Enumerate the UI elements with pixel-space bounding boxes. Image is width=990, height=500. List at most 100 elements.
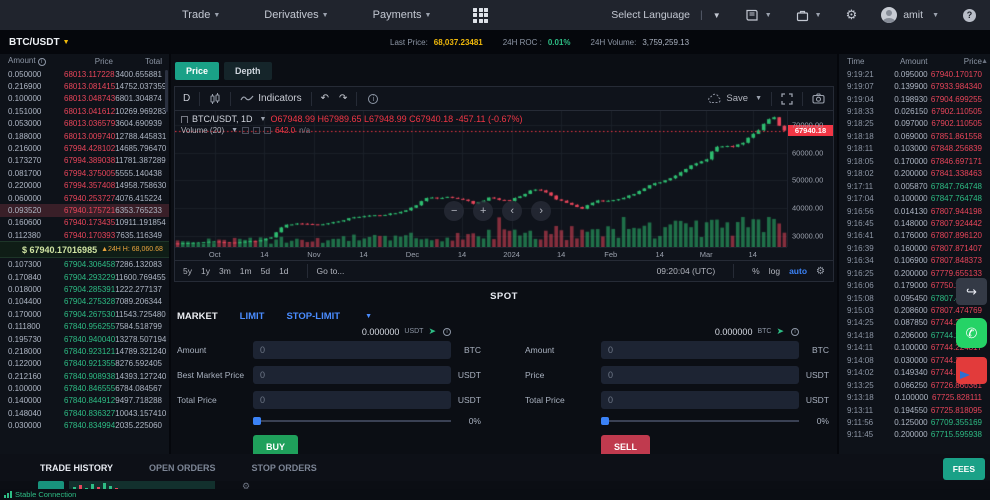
user-menu[interactable]: amit ▼	[881, 7, 939, 23]
buy-amount-input[interactable]	[253, 341, 451, 359]
range-1m[interactable]: 1m	[240, 266, 252, 276]
legend-close-icon[interactable]	[264, 127, 271, 134]
orderbook-bid-row[interactable]: 0.10440067904.2753287089.206344	[0, 296, 169, 308]
orderbook-bid-row[interactable]: 0.14000067840.8449129497.718288	[0, 395, 169, 407]
orderbook-bid-row[interactable]: 0.21216067840.90893814393.127240	[0, 370, 169, 382]
orderbook-bid-row[interactable]: 0.14804067840.83632710043.157410	[0, 407, 169, 419]
orderbook-bid-row[interactable]: 0.11180067840.9562557584.518799	[0, 320, 169, 332]
info-icon[interactable]: i	[38, 58, 46, 66]
language-selector[interactable]: Select Language|▼	[611, 9, 720, 21]
max-fill-icon[interactable]: ➤	[776, 326, 784, 337]
zoom-out-button[interactable]: −	[444, 201, 464, 221]
save-layout-button[interactable]: Save ▼	[707, 93, 762, 104]
tab-depth[interactable]: Depth	[224, 62, 272, 80]
orderbook-ask-row[interactable]: 0.08170067994.3750055555.140438	[0, 167, 169, 179]
orderbook-ask-row[interactable]: 0.17327067994.38903811781.387289	[0, 155, 169, 167]
sell-price-input[interactable]	[601, 366, 799, 384]
screenshot-button[interactable]	[812, 93, 825, 104]
tab-limit[interactable]: LIMIT	[240, 311, 265, 322]
auto-scale-button[interactable]: auto	[789, 266, 807, 276]
orders-book-menu[interactable]: ▼	[745, 9, 772, 22]
redo-button[interactable]: ↷	[339, 93, 347, 104]
tab-open-orders[interactable]: OPEN ORDERS	[149, 463, 216, 473]
sell-amount-slider[interactable]	[601, 420, 799, 422]
tab-market[interactable]: MARKET	[177, 311, 218, 322]
orderbook-bid-row[interactable]: 0.10000067840.8465556784.084567	[0, 382, 169, 394]
undo-button[interactable]: ↶	[321, 93, 329, 104]
menu-trade[interactable]: Trade▼	[182, 9, 220, 21]
legend-settings-icon[interactable]	[253, 127, 260, 134]
orderbook-bid-row[interactable]: 0.19573067840.94004013278.507194	[0, 333, 169, 345]
chart-info-icon[interactable]: i	[366, 94, 378, 104]
chevron-down-icon[interactable]: ▼	[365, 313, 372, 320]
goto-button[interactable]: Go to...	[317, 266, 345, 276]
orderbook-bid-row[interactable]: 0.01800067904.2853911222.277137	[0, 283, 169, 295]
sell-total-input[interactable]	[601, 391, 799, 409]
price-axis[interactable]: 67940.18 70000.0060000.0050000.0040000.0…	[787, 111, 833, 247]
wallet-menu[interactable]: ▼	[796, 9, 822, 22]
info-icon[interactable]: i	[791, 328, 799, 336]
tab-price[interactable]: Price	[175, 62, 219, 80]
orderbook-ask-row[interactable]: 0.15100068013.04161210269.969283	[0, 105, 169, 117]
slider-handle[interactable]	[253, 417, 261, 425]
tab-stop-limit[interactable]: STOP-LIMIT	[286, 311, 340, 322]
fullscreen-button[interactable]	[781, 93, 793, 105]
range-5y[interactable]: 5y	[183, 266, 192, 276]
buy-total-input[interactable]	[253, 391, 451, 409]
candlestick-plot[interactable]: BTC/USDT, 1D ▼ O67948.99 H67989.65 L6794…	[175, 111, 787, 247]
range-3m[interactable]: 3m	[219, 266, 231, 276]
orderbook-bid-row[interactable]: 0.03000067840.8349942035.225060	[0, 420, 169, 432]
interval-button[interactable]: D	[183, 93, 190, 104]
menu-derivatives[interactable]: Derivatives▼	[264, 9, 328, 21]
orderbook-bid-row[interactable]: 0.17000067904.26753011543.725480	[0, 308, 169, 320]
orderbook-ask-row[interactable]: 0.06000067940.2537274076.415224	[0, 192, 169, 204]
candle-style-button[interactable]	[209, 93, 221, 105]
orderbook-ask-row[interactable]: 0.16060067940.17343510911.191854	[0, 217, 169, 229]
time-axis[interactable]: Oct14Nov14Dec14202414Feb14Mar14	[175, 247, 787, 260]
orderbook-ask-row[interactable]: 0.18800068013.00974012788.445831	[0, 130, 169, 142]
scroll-up-icon[interactable]: ▲	[981, 58, 988, 65]
zoom-in-button[interactable]: +	[473, 201, 493, 221]
percent-scale-button[interactable]: %	[752, 266, 760, 276]
orderbook-bid-row[interactable]: 0.10730067904.3064587286.132083	[0, 258, 169, 270]
log-scale-button[interactable]: log	[769, 266, 780, 276]
chat-widget-button[interactable]	[956, 357, 987, 384]
orderbook-ask-row[interactable]: 0.11238067940.1703937635.116349	[0, 229, 169, 241]
help-icon[interactable]: ?	[963, 9, 976, 22]
slider-handle[interactable]	[601, 417, 609, 425]
legend-toggle-icon[interactable]	[242, 127, 249, 134]
orderbook-bid-row[interactable]: 0.21800067840.92312114789.321240	[0, 345, 169, 357]
sell-amount-input[interactable]	[601, 341, 799, 359]
tab-stop-orders[interactable]: STOP ORDERS	[252, 463, 317, 473]
scroll-left-button[interactable]: ‹	[502, 201, 522, 221]
pair-selector[interactable]: BTC/USDT▼	[9, 37, 70, 48]
orderbook-ask-row[interactable]: 0.05000068013.1172283400.655881	[0, 68, 169, 80]
gear-icon[interactable]: ⚙	[816, 266, 825, 277]
orderbook-scrollbar[interactable]	[165, 70, 168, 112]
range-1d[interactable]: 1d	[279, 266, 288, 276]
orderbook-ask-row[interactable]: 0.22000067994.35740814958.758630	[0, 180, 169, 192]
orderbook-bid-row[interactable]: 0.12200067840.9213558276.592405	[0, 358, 169, 370]
orderbook-bid-row[interactable]: 0.17084067904.29322911600.769455	[0, 271, 169, 283]
info-icon[interactable]: i	[443, 328, 451, 336]
orderbook-ask-row[interactable]: 0.10000068013.0487436801.304874	[0, 93, 169, 105]
orderbook-ask-row[interactable]: 0.09352067940.1757216353.765233	[0, 204, 169, 216]
buy-amount-slider[interactable]	[253, 420, 451, 422]
tab-trade-history[interactable]: TRADE HISTORY	[40, 463, 113, 473]
orderbook-ask-row[interactable]: 0.21690068013.08141514752.037359	[0, 80, 169, 92]
menu-payments[interactable]: Payments▼	[373, 9, 432, 21]
orderbook-ask-row[interactable]: 0.05300068013.0365793604.690939	[0, 118, 169, 130]
fees-button[interactable]: FEES	[943, 458, 985, 480]
buy-price-input[interactable]	[253, 366, 451, 384]
max-fill-icon[interactable]: ➤	[428, 326, 436, 337]
flag-icon[interactable]	[181, 116, 188, 123]
whatsapp-button[interactable]: ✆	[956, 318, 987, 348]
clock[interactable]: 09:20:04 (UTC)	[657, 266, 716, 276]
apps-grid-icon[interactable]	[473, 8, 488, 23]
settings-button[interactable]: ⚙	[846, 7, 858, 23]
range-5d[interactable]: 5d	[261, 266, 270, 276]
orderbook-ask-row[interactable]: 0.21600067994.42810214685.796470	[0, 142, 169, 154]
indicators-button[interactable]: Indicators	[240, 93, 301, 104]
share-button[interactable]: ↪	[956, 278, 987, 305]
range-1y[interactable]: 1y	[201, 266, 210, 276]
